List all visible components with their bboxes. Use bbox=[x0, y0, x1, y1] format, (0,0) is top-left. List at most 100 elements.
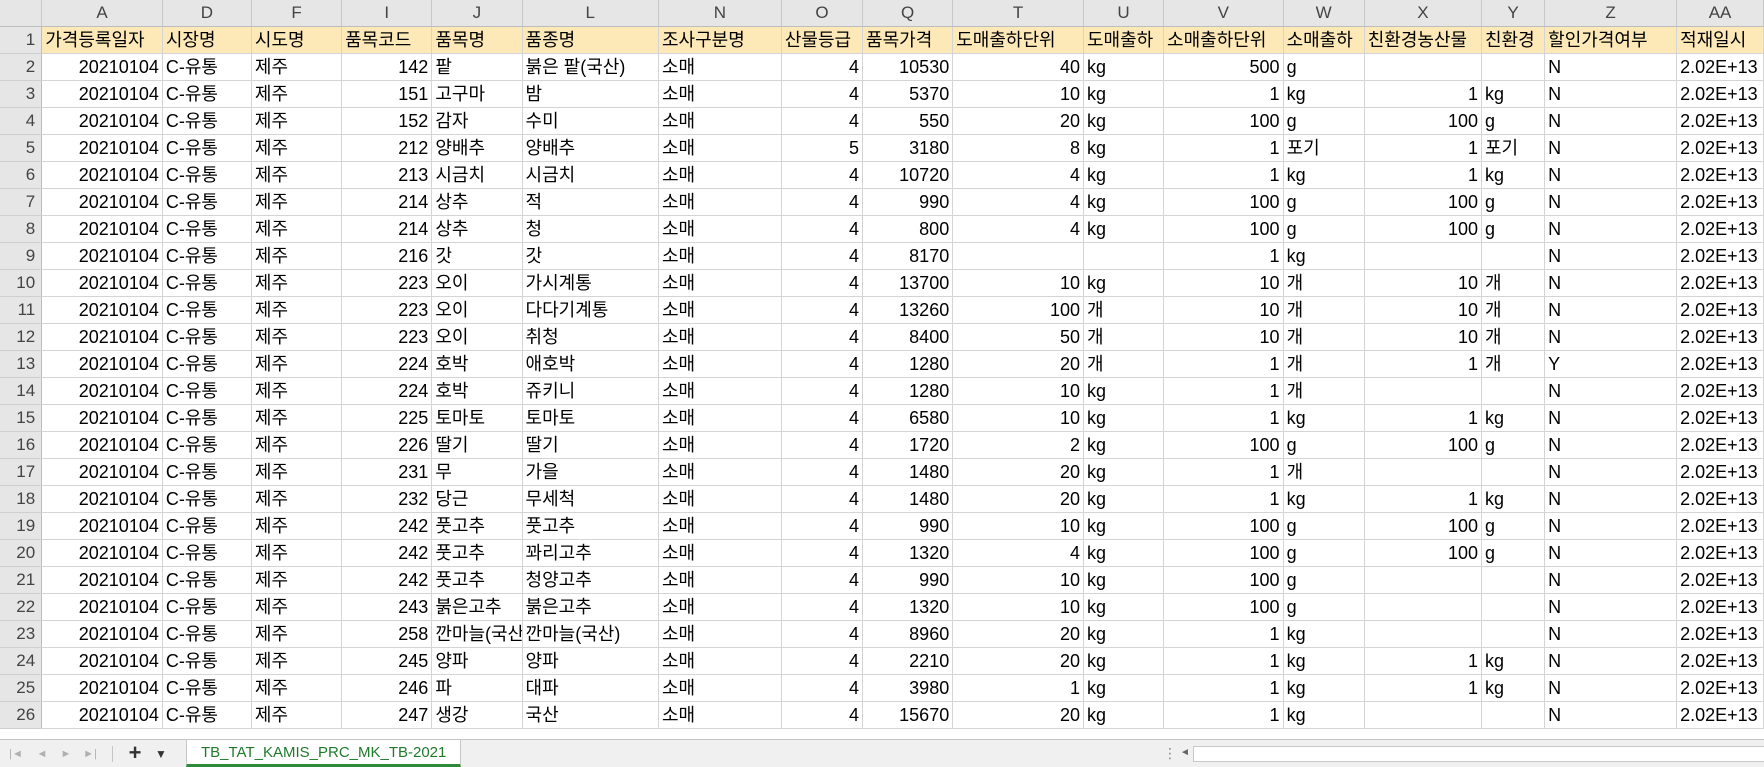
table-cell[interactable]: 취청 bbox=[522, 323, 659, 351]
table-cell[interactable]: 8400 bbox=[862, 323, 954, 351]
table-cell[interactable] bbox=[1364, 53, 1483, 81]
table-cell[interactable]: 216 bbox=[341, 242, 433, 270]
header-cell[interactable]: 적재일시 bbox=[1676, 26, 1764, 54]
table-cell[interactable]: 1 bbox=[1163, 242, 1284, 270]
table-cell[interactable]: 1 bbox=[1364, 404, 1483, 432]
table-cell[interactable]: 2.02E+13 bbox=[1676, 431, 1764, 459]
column-header[interactable]: V bbox=[1163, 0, 1284, 27]
table-cell[interactable]: C-유통 bbox=[162, 80, 252, 108]
header-cell[interactable]: 친환경농산물 bbox=[1364, 26, 1483, 54]
table-cell[interactable]: 1 bbox=[1364, 485, 1483, 513]
table-cell[interactable]: 소매 bbox=[658, 404, 782, 432]
column-header[interactable]: I bbox=[341, 0, 433, 27]
table-cell[interactable]: 4 bbox=[781, 620, 864, 648]
table-cell[interactable]: 1 bbox=[1364, 350, 1483, 378]
table-cell[interactable]: N bbox=[1544, 296, 1678, 324]
table-cell[interactable]: kg bbox=[1083, 161, 1165, 189]
table-cell[interactable]: 20210104 bbox=[41, 296, 163, 324]
table-cell[interactable]: kg bbox=[1083, 431, 1165, 459]
table-cell[interactable]: 15670 bbox=[862, 701, 954, 729]
table-cell[interactable]: 1480 bbox=[862, 458, 954, 486]
table-cell[interactable]: 214 bbox=[341, 188, 433, 216]
table-cell[interactable]: 10 bbox=[952, 593, 1084, 621]
table-cell[interactable]: 제주 bbox=[251, 161, 343, 189]
table-cell[interactable]: 20210104 bbox=[41, 107, 163, 135]
table-cell[interactable]: 개 bbox=[1283, 323, 1365, 351]
table-cell[interactable]: 팥 bbox=[431, 53, 523, 81]
table-cell[interactable]: kg bbox=[1083, 107, 1165, 135]
row-number[interactable]: 22 bbox=[0, 593, 43, 621]
table-cell[interactable]: 개 bbox=[1083, 323, 1165, 351]
table-cell[interactable]: 10 bbox=[952, 404, 1084, 432]
table-cell[interactable]: 152 bbox=[341, 107, 433, 135]
table-cell[interactable]: 토마토 bbox=[522, 404, 659, 432]
table-cell[interactable]: 갓 bbox=[431, 242, 523, 270]
table-cell[interactable]: 13260 bbox=[862, 296, 954, 324]
table-cell[interactable] bbox=[1083, 242, 1165, 270]
table-cell[interactable]: 10 bbox=[1163, 296, 1284, 324]
table-cell[interactable]: C-유통 bbox=[162, 53, 252, 81]
row-number[interactable]: 23 bbox=[0, 620, 43, 648]
table-cell[interactable]: 생강 bbox=[431, 701, 523, 729]
table-cell[interactable]: 소매 bbox=[658, 485, 782, 513]
table-cell[interactable] bbox=[1481, 53, 1546, 81]
row-number[interactable]: 10 bbox=[0, 269, 43, 297]
table-cell[interactable]: g bbox=[1283, 215, 1365, 243]
table-cell[interactable] bbox=[1481, 566, 1546, 594]
column-header[interactable]: D bbox=[162, 0, 252, 27]
table-cell[interactable]: kg bbox=[1083, 701, 1165, 729]
table-cell[interactable]: 20 bbox=[952, 458, 1084, 486]
table-cell[interactable]: 2.02E+13 bbox=[1676, 539, 1764, 567]
table-cell[interactable]: 20210104 bbox=[41, 512, 163, 540]
table-cell[interactable]: 151 bbox=[341, 80, 433, 108]
table-cell[interactable]: 2.02E+13 bbox=[1676, 512, 1764, 540]
table-cell[interactable]: kg bbox=[1083, 53, 1165, 81]
table-cell[interactable]: 1 bbox=[1163, 404, 1284, 432]
table-cell[interactable]: 제주 bbox=[251, 107, 343, 135]
table-cell[interactable]: 소매 bbox=[658, 242, 782, 270]
table-cell[interactable]: 10 bbox=[952, 512, 1084, 540]
table-cell[interactable]: 1280 bbox=[862, 350, 954, 378]
row-number[interactable]: 3 bbox=[0, 80, 43, 108]
table-cell[interactable]: 2.02E+13 bbox=[1676, 404, 1764, 432]
table-cell[interactable]: 4 bbox=[781, 485, 864, 513]
table-cell[interactable] bbox=[1481, 593, 1546, 621]
table-cell[interactable]: 10 bbox=[1163, 269, 1284, 297]
table-cell[interactable]: 소매 bbox=[658, 512, 782, 540]
table-cell[interactable]: 20210104 bbox=[41, 323, 163, 351]
table-cell[interactable]: 2 bbox=[952, 431, 1084, 459]
table-cell[interactable]: 대파 bbox=[522, 674, 659, 702]
table-cell[interactable]: 제주 bbox=[251, 458, 343, 486]
table-cell[interactable]: 225 bbox=[341, 404, 433, 432]
table-cell[interactable]: 20210104 bbox=[41, 80, 163, 108]
table-cell[interactable]: 파 bbox=[431, 674, 523, 702]
table-cell[interactable]: 20210104 bbox=[41, 539, 163, 567]
table-cell[interactable]: 20210104 bbox=[41, 134, 163, 162]
table-cell[interactable]: kg bbox=[1283, 647, 1365, 675]
column-header[interactable]: W bbox=[1283, 0, 1365, 27]
column-header[interactable]: X bbox=[1364, 0, 1483, 27]
table-cell[interactable]: 1 bbox=[1364, 161, 1483, 189]
table-cell[interactable]: N bbox=[1544, 134, 1678, 162]
header-cell[interactable]: 시도명 bbox=[251, 26, 343, 54]
table-cell[interactable]: 감자 bbox=[431, 107, 523, 135]
table-cell[interactable]: 4 bbox=[952, 188, 1084, 216]
table-cell[interactable]: kg bbox=[1283, 701, 1365, 729]
table-cell[interactable]: C-유통 bbox=[162, 188, 252, 216]
table-cell[interactable]: 개 bbox=[1481, 296, 1546, 324]
table-cell[interactable]: N bbox=[1544, 458, 1678, 486]
table-cell[interactable]: 20210104 bbox=[41, 458, 163, 486]
table-cell[interactable]: 2.02E+13 bbox=[1676, 485, 1764, 513]
table-cell[interactable]: 제주 bbox=[251, 593, 343, 621]
table-cell[interactable] bbox=[1481, 242, 1546, 270]
table-cell[interactable]: 500 bbox=[1163, 53, 1284, 81]
table-cell[interactable]: C-유통 bbox=[162, 215, 252, 243]
table-cell[interactable]: N bbox=[1544, 107, 1678, 135]
table-cell[interactable]: 적 bbox=[522, 188, 659, 216]
table-cell[interactable]: 소매 bbox=[658, 620, 782, 648]
table-cell[interactable]: 100 bbox=[952, 296, 1084, 324]
table-cell[interactable]: g bbox=[1283, 566, 1365, 594]
table-cell[interactable]: C-유통 bbox=[162, 134, 252, 162]
next-sheet-icon[interactable]: ► bbox=[58, 745, 74, 763]
table-cell[interactable]: 당근 bbox=[431, 485, 523, 513]
